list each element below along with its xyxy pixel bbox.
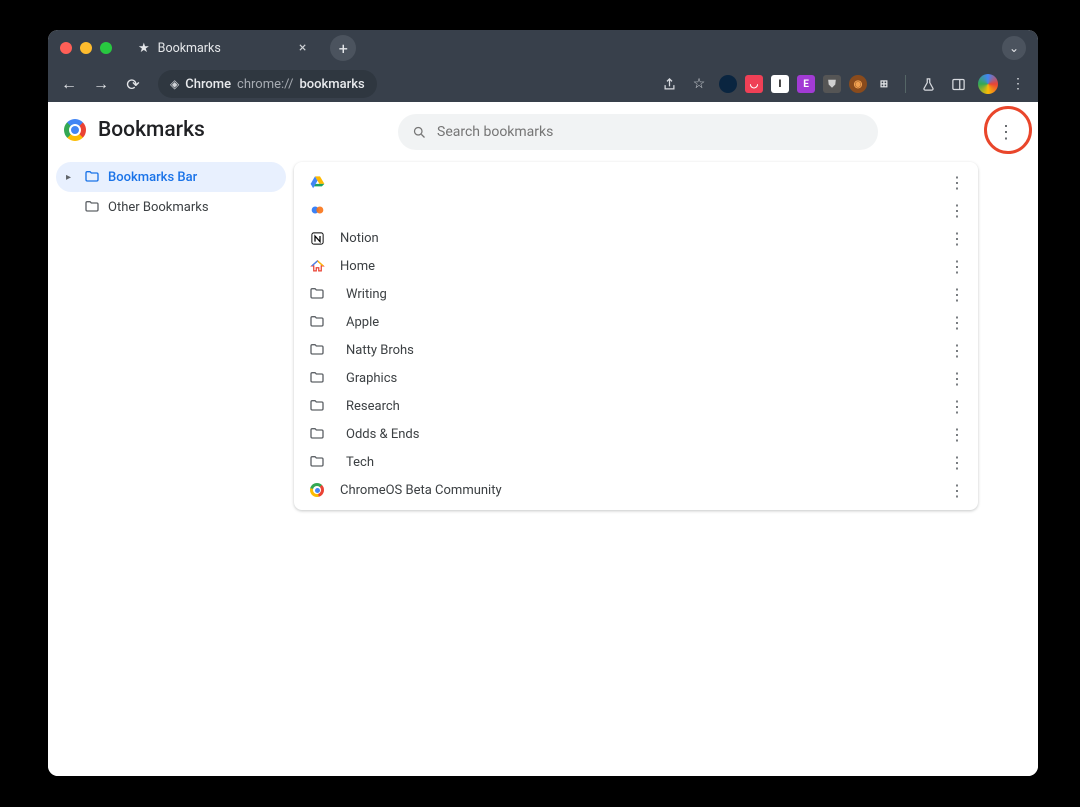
bookmark-folder[interactable]: Graphics⋮ [294, 364, 978, 392]
bookmark-more-button[interactable]: ⋮ [946, 453, 968, 472]
bookmark-folder[interactable]: Research⋮ [294, 392, 978, 420]
ext-deepl[interactable] [719, 75, 737, 93]
toolbar-separator [905, 75, 906, 93]
close-window-button[interactable] [60, 42, 72, 54]
folder-icon [84, 199, 100, 215]
sidebar: ▸ Bookmarks Bar Other Bookmarks [48, 158, 294, 510]
bookmark-folder[interactable]: Apple⋮ [294, 308, 978, 336]
new-tab-button[interactable]: + [330, 35, 356, 61]
ext-orange[interactable]: ◉ [849, 75, 867, 93]
folder-icon [308, 314, 326, 330]
omnibox-scheme: Chrome [185, 77, 231, 92]
notion-icon [308, 231, 326, 246]
tab-title: Bookmarks [158, 41, 221, 56]
chrome-menu-button[interactable]: ⋮ [1008, 74, 1028, 94]
address-bar[interactable]: ◈ Chrome chrome:// bookmarks [158, 70, 377, 98]
chevron-right-icon: ▸ [66, 172, 76, 183]
ext-instapaper[interactable]: I [771, 75, 789, 93]
bookmark-more-button[interactable]: ⋮ [946, 425, 968, 444]
main-panel: ⋮⋮Notion⋮Home⋮Writing⋮Apple⋮Natty Brohs⋮… [294, 158, 1038, 510]
bookmark-label: Writing [346, 287, 946, 302]
profile-avatar[interactable] [978, 74, 998, 94]
bookmark-label: Graphics [346, 371, 946, 386]
folder-icon [308, 398, 326, 414]
bookmark-more-button[interactable]: ⋮ [946, 397, 968, 416]
bookmark-more-button[interactable]: ⋮ [946, 173, 968, 192]
labs-icon[interactable] [918, 74, 938, 94]
search-bar[interactable] [398, 114, 878, 150]
extensions-area: ◡ IE ⛊ ◉ ⊞ [719, 75, 893, 93]
sidepanel-icon[interactable] [948, 74, 968, 94]
ext-puzzle[interactable]: ⊞ [875, 75, 893, 93]
bookmark-more-button[interactable]: ⋮ [946, 285, 968, 304]
bookmark-more-button[interactable]: ⋮ [946, 341, 968, 360]
bookmark-folder[interactable]: Writing⋮ [294, 280, 978, 308]
sidebar-item-other-bookmarks[interactable]: Other Bookmarks [56, 192, 286, 222]
bookmark-item[interactable]: Notion⋮ [294, 224, 978, 252]
bookmark-more-button[interactable]: ⋮ [946, 201, 968, 220]
bookmark-item[interactable]: Home⋮ [294, 252, 978, 280]
omnibox-path-bold: bookmarks [299, 77, 364, 92]
page-content: Bookmarks ⋮ ▸ Bookmarks Bar Other Bookmark… [48, 102, 1038, 776]
folder-icon [84, 169, 100, 185]
ext-pocket[interactable]: ◡ [745, 75, 763, 93]
bookmark-more-button[interactable]: ⋮ [946, 481, 968, 500]
back-button[interactable]: ← [58, 74, 80, 94]
bookmark-label: ChromeOS Beta Community [340, 483, 946, 498]
tab-close-button[interactable]: × [299, 40, 306, 56]
bookmark-label: Tech [346, 455, 946, 470]
tabs-dropdown-button[interactable]: ⌄ [1002, 36, 1026, 60]
fullscreen-window-button[interactable] [100, 42, 112, 54]
star-icon: ★ [138, 41, 150, 56]
browser-tab[interactable]: ★ Bookmarks × [128, 30, 316, 66]
reload-button[interactable]: ⟳ [122, 75, 144, 94]
bookmark-label: Home [340, 259, 946, 274]
browser-window: ★ Bookmarks × + ⌄ ← → ⟳ ◈ Chrome chrome:… [48, 30, 1038, 776]
sidebar-item-label: Bookmarks Bar [108, 170, 197, 185]
forward-button[interactable]: → [90, 74, 112, 94]
chrome-logo-icon: ◈ [170, 77, 179, 91]
chrome-icon [308, 483, 326, 497]
sidebar-item-bookmarks-bar[interactable]: ▸ Bookmarks Bar [56, 162, 286, 192]
bookmark-more-button[interactable]: ⋮ [946, 257, 968, 276]
omnibox-path-dim: chrome:// [237, 77, 293, 92]
ext-ublock[interactable]: ⛊ [823, 75, 841, 93]
bookmark-list: ⋮⋮Notion⋮Home⋮Writing⋮Apple⋮Natty Brohs⋮… [294, 162, 978, 510]
bookmark-item[interactable]: ⋮ [294, 168, 978, 196]
bookmark-star-icon[interactable]: ☆ [689, 74, 709, 94]
bookmark-label: Natty Brohs [346, 343, 946, 358]
bookmark-more-button[interactable]: ⋮ [946, 229, 968, 248]
bookmark-folder[interactable]: Tech⋮ [294, 448, 978, 476]
bookmark-label: Notion [340, 231, 946, 246]
bookmark-item[interactable]: ⋮ [294, 196, 978, 224]
bookmark-label: Research [346, 399, 946, 414]
sidebar-item-label: Other Bookmarks [108, 200, 209, 215]
ext-e[interactable]: E [797, 75, 815, 93]
bookmark-more-button[interactable]: ⋮ [946, 369, 968, 388]
bookmark-folder[interactable]: Natty Brohs⋮ [294, 336, 978, 364]
share-icon[interactable] [659, 74, 679, 94]
folder-icon [308, 454, 326, 470]
organize-menu-button[interactable]: ⋮ [992, 118, 1020, 146]
search-icon [412, 125, 427, 140]
bookmarks-logo-icon [64, 119, 86, 141]
window-controls [60, 42, 112, 54]
home-color-icon [308, 259, 326, 274]
folder-icon [308, 370, 326, 386]
folder-icon [308, 426, 326, 442]
tab-strip: ★ Bookmarks × + ⌄ [48, 30, 1038, 66]
search-input[interactable] [437, 124, 864, 140]
bookmark-more-button[interactable]: ⋮ [946, 313, 968, 332]
folder-icon [308, 286, 326, 302]
bookmark-item[interactable]: ChromeOS Beta Community⋮ [294, 476, 978, 504]
browser-toolbar: ← → ⟳ ◈ Chrome chrome:// bookmarks ☆ ◡ IE ⛊… [48, 66, 1038, 102]
minimize-window-button[interactable] [80, 42, 92, 54]
page-title: Bookmarks [98, 118, 205, 142]
bookmark-folder[interactable]: Odds & Ends⋮ [294, 420, 978, 448]
bookmark-label: Odds & Ends [346, 427, 946, 442]
copilot-icon [308, 203, 326, 217]
drive-icon [308, 175, 326, 189]
bookmark-label: Apple [346, 315, 946, 330]
folder-icon [308, 342, 326, 358]
